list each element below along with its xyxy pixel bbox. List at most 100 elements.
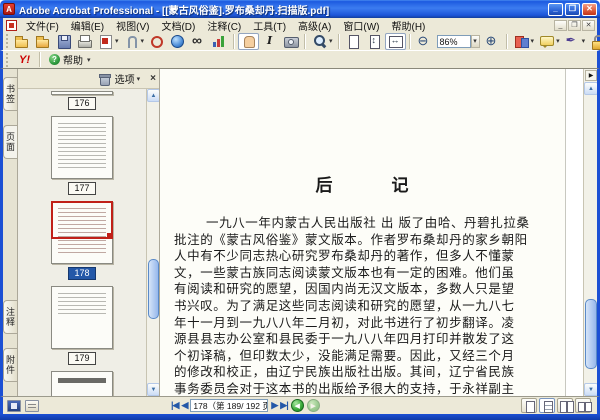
- thumbnail-page-image[interactable]: [51, 286, 113, 349]
- status-tray-icon-2[interactable]: [25, 399, 39, 412]
- thumbnail-page-image[interactable]: [51, 201, 113, 264]
- nav-tab-bookmarks[interactable]: 书签: [3, 77, 17, 111]
- doc-restore-button[interactable]: ❐: [568, 19, 581, 31]
- zoom-out-button[interactable]: [414, 33, 435, 50]
- page-thumbnail-177[interactable]: 177: [51, 116, 113, 201]
- toolbar-grip[interactable]: [6, 34, 8, 48]
- last-page-button[interactable]: ▶|: [280, 400, 289, 411]
- panel-scrollbar[interactable]: ▲ ▼: [146, 89, 159, 396]
- scrollbar-thumb[interactable]: [148, 259, 159, 319]
- panel-close-icon[interactable]: ×: [150, 73, 156, 84]
- doc-minimize-button[interactable]: _: [554, 19, 567, 31]
- menu-advanced[interactable]: 高级(A): [292, 22, 337, 33]
- layout-continuous-facing-button[interactable]: [557, 398, 574, 413]
- minimize-button[interactable]: _: [548, 2, 563, 16]
- menu-file[interactable]: 文件(F): [20, 22, 65, 33]
- menu-edit[interactable]: 编辑(E): [65, 22, 110, 33]
- open-button[interactable]: [11, 33, 32, 50]
- document-icon[interactable]: [6, 19, 17, 31]
- chevron-down-icon[interactable]: ▾: [141, 37, 145, 45]
- web-button[interactable]: [167, 33, 188, 50]
- thumbnail-page-number[interactable]: 178: [68, 267, 96, 280]
- thumbnail-page-sliver[interactable]: [51, 91, 113, 95]
- menu-help[interactable]: 帮助(H): [385, 22, 431, 33]
- thumbnail-page-number[interactable]: 176: [68, 97, 96, 110]
- title-bar[interactable]: A Adobe Acrobat Professional - [[蒙古风俗鉴].…: [0, 0, 600, 18]
- scroll-down-icon[interactable]: ▼: [147, 383, 159, 396]
- next-view-button[interactable]: ▶: [306, 399, 320, 412]
- thumbnail-page-number[interactable]: 177: [68, 182, 96, 195]
- maximize-button[interactable]: ❐: [565, 2, 580, 16]
- page-number-field[interactable]: 178（第 189/ 192 页）: [190, 399, 269, 412]
- chevron-down-icon[interactable]: ▾: [115, 37, 119, 45]
- next-page-button[interactable]: ▶: [271, 400, 278, 411]
- chevron-down-icon[interactable]: ▾: [470, 34, 480, 48]
- note-tool-button[interactable]: ▾: [536, 33, 562, 50]
- thumbnail-page-number[interactable]: 179: [68, 352, 96, 365]
- nav-tab-comments[interactable]: 注释: [3, 300, 17, 334]
- viewbox-resize-handle[interactable]: [107, 233, 112, 238]
- thumbnail-page-image[interactable]: [51, 116, 113, 179]
- search-button[interactable]: [188, 32, 209, 50]
- menu-document[interactable]: 文档(D): [155, 22, 201, 33]
- chevron-down-icon[interactable]: ▾: [329, 37, 333, 45]
- chevron-down-icon[interactable]: ▾: [556, 37, 560, 45]
- doc-close-button[interactable]: ✕: [582, 19, 595, 31]
- zoom-tool-button[interactable]: ▾: [309, 33, 335, 50]
- select-tool-button[interactable]: [259, 33, 280, 50]
- scroll-up-icon[interactable]: ▲: [147, 89, 159, 102]
- thumbnail-viewbox[interactable]: [51, 201, 113, 239]
- page-thumbnail-176[interactable]: 176: [51, 91, 113, 116]
- thumbnail-page-image[interactable]: [51, 371, 113, 396]
- help-button[interactable]: ? 帮助 ▾: [44, 52, 96, 68]
- organizer-button[interactable]: [32, 33, 53, 50]
- fit-page-button[interactable]: [364, 33, 385, 50]
- menu-view[interactable]: 视图(V): [110, 22, 155, 33]
- review-tracker-button[interactable]: ▾: [511, 33, 537, 50]
- previous-view-button[interactable]: ◀: [290, 399, 304, 412]
- chevron-down-icon[interactable]: ▾: [582, 37, 586, 45]
- nav-tab-pages[interactable]: 页面: [3, 125, 17, 159]
- sign-button[interactable]: ▾: [562, 33, 588, 50]
- page-thumbnail-179[interactable]: 179: [51, 286, 113, 371]
- create-pdf-button[interactable]: ▾: [95, 33, 121, 50]
- menu-comments[interactable]: 注释(C): [201, 22, 247, 33]
- fit-width-button[interactable]: [384, 32, 406, 50]
- page-thumbnail-178[interactable]: 178: [51, 201, 113, 286]
- document-scrollbar[interactable]: ▶ ▲ ▼: [583, 69, 597, 396]
- save-button[interactable]: [53, 33, 74, 50]
- layout-facing-button[interactable]: [575, 398, 592, 413]
- attach-file-button[interactable]: ▾: [121, 33, 147, 50]
- trash-icon[interactable]: [96, 71, 113, 86]
- page-thumbnail-180[interactable]: [51, 371, 113, 396]
- first-page-button[interactable]: |◀: [171, 400, 180, 411]
- close-button[interactable]: ✕: [582, 2, 597, 16]
- secure-button[interactable]: ▾: [587, 33, 600, 50]
- menu-window[interactable]: 窗口(W): [337, 22, 385, 33]
- toolbar-grip[interactable]: [6, 52, 10, 67]
- nav-tab-attachments[interactable]: 附件: [3, 348, 17, 382]
- previous-page-button[interactable]: ◀: [181, 400, 188, 411]
- scrollbar-options-icon[interactable]: ▶: [585, 70, 597, 81]
- pdf-page[interactable]: 后 记 一九八一年内蒙古人民出版社 出 版了由哈、丹碧扎拉桑 批注的《蒙古风俗鉴》…: [160, 69, 565, 396]
- actual-size-button[interactable]: [343, 33, 364, 50]
- layout-continuous-button[interactable]: [539, 398, 555, 413]
- print-button[interactable]: [74, 33, 95, 50]
- menu-tools[interactable]: 工具(T): [247, 22, 292, 33]
- review-button[interactable]: [146, 33, 167, 50]
- options-menu[interactable]: 选项: [115, 71, 135, 86]
- usage-rights-button[interactable]: [209, 33, 230, 50]
- nav-tab-label: 页面: [5, 132, 15, 152]
- hand-tool-button[interactable]: [238, 32, 260, 50]
- zoom-level-combo[interactable]: 86% ▾: [436, 34, 480, 48]
- yahoo-button[interactable]: Y!: [13, 52, 36, 68]
- chevron-down-icon[interactable]: ▾: [531, 37, 535, 45]
- snapshot-tool-button[interactable]: [280, 33, 301, 50]
- thumbnail-content: [58, 293, 106, 315]
- status-tray-icon-1[interactable]: [7, 399, 21, 412]
- zoom-in-button[interactable]: [482, 33, 503, 50]
- scroll-up-icon[interactable]: ▲: [584, 82, 597, 95]
- layout-single-page-button[interactable]: [521, 398, 537, 413]
- scrollbar-thumb[interactable]: [585, 299, 597, 369]
- scroll-down-icon[interactable]: ▼: [584, 383, 597, 396]
